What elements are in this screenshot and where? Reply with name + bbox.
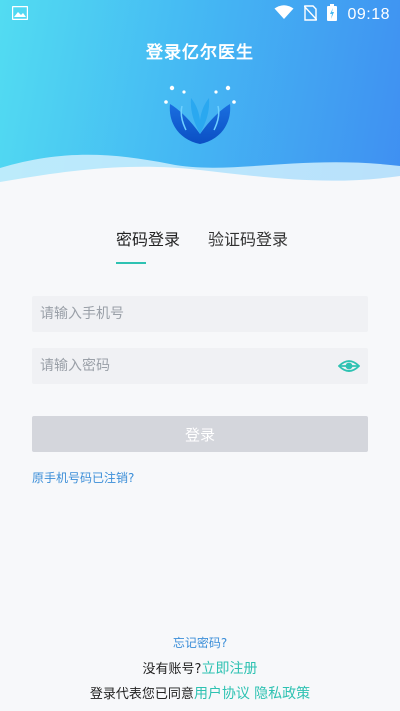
image-icon [11,5,29,24]
phone-field [32,296,368,332]
tab-code-login[interactable]: 验证码登录 [208,226,288,250]
password-field [32,348,368,384]
active-tab-indicator [116,262,146,264]
battery-icon [327,4,338,25]
login-button[interactable]: 登录 [32,416,368,452]
wifi-icon [274,5,294,24]
no-sim-icon [303,4,318,25]
agreement-line: 登录代表您已同意用户协议 隐私政策 [0,683,400,703]
logo-icon [164,85,236,144]
password-input[interactable] [32,348,368,384]
register-link[interactable]: 立即注册 [201,661,257,677]
header-wave [0,154,400,200]
cancelled-number-link[interactable]: 原手机号码已注销? [32,469,134,486]
page-title: 登录亿尔医生 [146,43,254,63]
status-time: 09:18 [347,5,390,23]
privacy-policy-link[interactable]: 隐私政策 [254,686,310,702]
phone-input[interactable] [32,296,368,332]
header-banner: 09:18 登录亿尔医生 [0,0,400,200]
no-account-text: 没有账号? [142,662,202,677]
agreement-text: 登录代表您已同意 [89,687,194,702]
tab-password-login[interactable]: 密码登录 [116,226,180,250]
login-tabs: 密码登录 验证码登录 [0,226,400,266]
user-agreement-link[interactable]: 用户协议 [194,686,250,702]
eye-icon[interactable] [338,358,360,374]
status-bar: 09:18 [0,0,400,28]
register-line: 没有账号?立即注册 [0,658,400,678]
forgot-password-link[interactable]: 忘记密码? [0,634,400,651]
